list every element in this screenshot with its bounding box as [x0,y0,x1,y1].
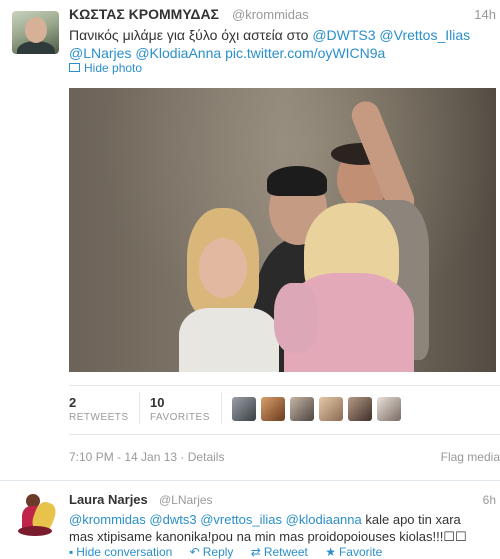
favoriter-avatar[interactable] [290,397,314,421]
avatar-figure [18,526,52,536]
author-handle[interactable]: @LNarjes [159,493,213,507]
tweet-text-plain: Πανικός μιλάμε για ξύλο όχι αστεία στο [69,27,309,43]
mention-link[interactable]: @DWTS3 [312,27,375,43]
tweet-text: @krommidas @dwts3 @vrettos_ilias @klodia… [69,511,499,545]
photo-figure [199,238,247,298]
tweet-time[interactable]: 6h [483,493,496,507]
tweet-divider [0,480,500,481]
tweet-photo[interactable] [69,88,496,372]
divider [69,385,500,386]
details-link[interactable]: Details [188,450,225,464]
divider [221,392,222,424]
tweet-time[interactable]: 14h [474,7,496,22]
favorites-label[interactable]: FAVORITES [150,412,210,423]
favorites-count[interactable]: 10 [150,395,164,410]
mention-link[interactable]: @KlodiaAnna [135,45,221,61]
avatar[interactable] [12,490,60,538]
divider [69,434,500,435]
tweet-text-plain: mas xtipisame kanonika!pou na min mas pr… [69,529,467,544]
favoriter-avatar[interactable] [319,397,343,421]
hide-photo-link[interactable]: Hide photo [69,61,142,75]
mention-link[interactable]: @dwts3 [149,512,196,527]
divider [139,392,140,424]
hide-photo-label: Hide photo [84,61,143,75]
retweets-label[interactable]: RETWEETS [69,412,129,423]
tweet-meta: 7:10 PM - 14 Jan 13 · Details [69,450,224,464]
avatar[interactable] [12,11,59,54]
photo-figure [179,308,279,372]
mention-link[interactable]: @krommidas [69,512,146,527]
avatar-face [25,17,47,43]
photo-icon [69,63,80,73]
author-name[interactable]: Laura Narjes [69,492,148,507]
meta-separator: · [180,450,185,464]
tweet-text: Πανικός μιλάμε για ξύλο όχι αστεία στο @… [69,26,494,62]
favoriter-avatar[interactable] [377,397,401,421]
photo-figure [267,166,327,196]
retweets-count[interactable]: 2 [69,395,76,410]
mention-link[interactable]: @LNarjes [69,45,131,61]
author-name[interactable]: ΚΩΣΤΑΣ ΚΡΟΜΜΥΔΑΣ [69,6,219,22]
timestamp[interactable]: 7:10 PM - 14 Jan 13 [69,450,177,464]
mention-link[interactable]: @vrettos_ilias [200,512,282,527]
favoriter-avatar[interactable] [348,397,372,421]
photo-figure [274,283,318,353]
mention-link[interactable]: @klodiaanna [286,512,362,527]
favoriter-avatar[interactable] [261,397,285,421]
favoriter-avatar[interactable] [232,397,256,421]
tweet-text-plain: kale apo tin xara [365,512,461,527]
mention-link[interactable]: @Vrettos_Ilias [379,27,470,43]
pic-link[interactable]: pic.twitter.com/oyWICN9a [225,45,385,61]
author-handle[interactable]: @krommidas [232,7,309,22]
flag-media-link[interactable]: Flag media [441,450,500,464]
